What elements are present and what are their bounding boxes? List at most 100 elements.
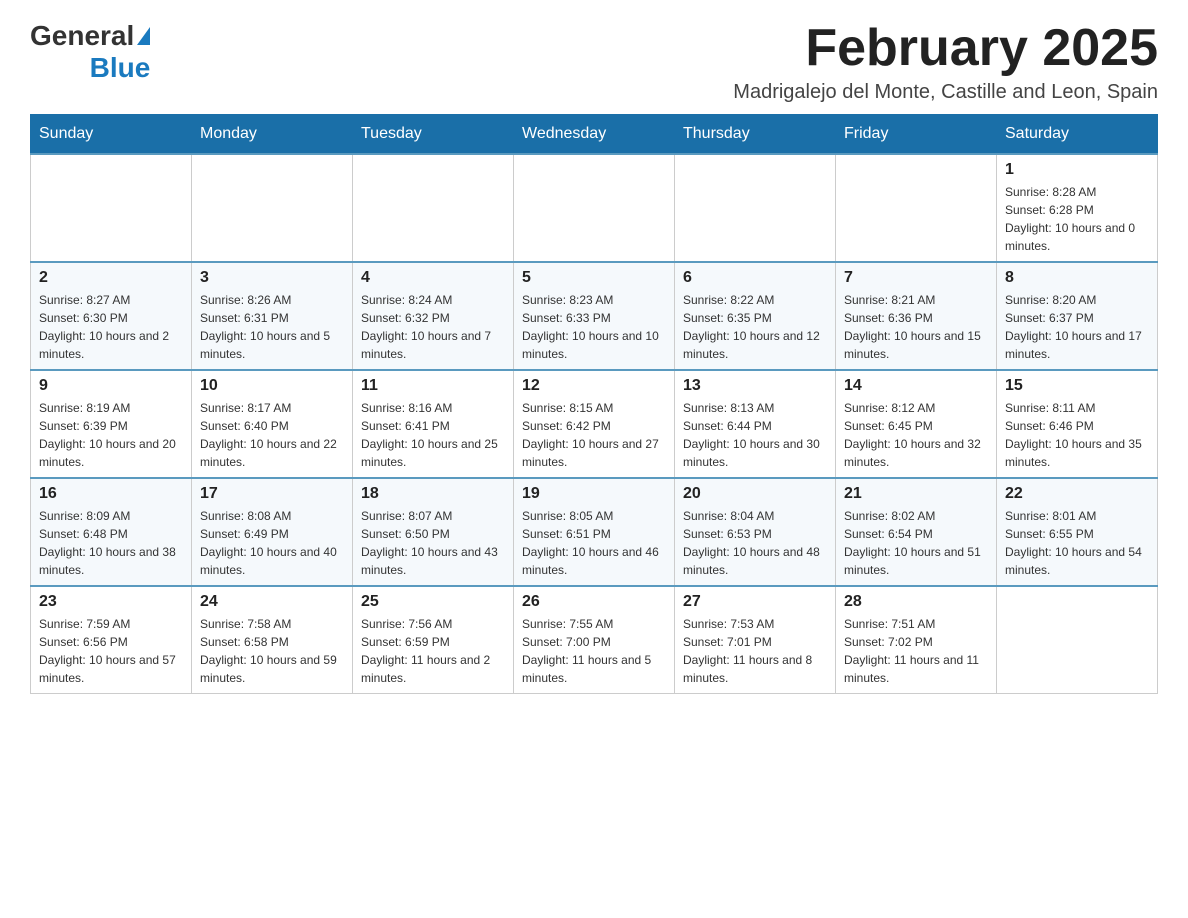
day-info: Sunrise: 8:02 AM Sunset: 6:54 PM Dayligh…	[844, 507, 988, 579]
day-info: Sunrise: 8:13 AM Sunset: 6:44 PM Dayligh…	[683, 399, 827, 471]
day-number: 25	[361, 593, 505, 611]
calendar-cell: 22 Sunrise: 8:01 AM Sunset: 6:55 PM Dayli…	[997, 478, 1158, 586]
weekday-header-wednesday: Wednesday	[514, 115, 675, 155]
calendar-cell	[514, 154, 675, 262]
day-number: 14	[844, 377, 988, 395]
day-info: Sunrise: 8:17 AM Sunset: 6:40 PM Dayligh…	[200, 399, 344, 471]
day-number: 5	[522, 269, 666, 287]
weekday-header-tuesday: Tuesday	[353, 115, 514, 155]
calendar-cell: 27 Sunrise: 7:53 AM Sunset: 7:01 PM Dayli…	[675, 586, 836, 694]
calendar-week-row: 1Sunrise: 8:28 AM Sunset: 6:28 PM Daylig…	[31, 154, 1158, 262]
calendar-cell: 7Sunrise: 8:21 AM Sunset: 6:36 PM Daylig…	[836, 262, 997, 370]
calendar-cell: 14 Sunrise: 8:12 AM Sunset: 6:45 PM Dayli…	[836, 370, 997, 478]
day-info: Sunrise: 7:58 AM Sunset: 6:58 PM Dayligh…	[200, 615, 344, 687]
calendar-cell: 17 Sunrise: 8:08 AM Sunset: 6:49 PM Dayli…	[192, 478, 353, 586]
calendar-cell: 28 Sunrise: 7:51 AM Sunset: 7:02 PM Dayli…	[836, 586, 997, 694]
calendar-week-row: 23Sunrise: 7:59 AM Sunset: 6:56 PM Dayli…	[31, 586, 1158, 694]
day-number: 7	[844, 269, 988, 287]
day-number: 10	[200, 377, 344, 395]
calendar-cell: 8 Sunrise: 8:20 AM Sunset: 6:37 PM Daylig…	[997, 262, 1158, 370]
calendar-cell: 6Sunrise: 8:22 AM Sunset: 6:35 PM Daylig…	[675, 262, 836, 370]
calendar-cell: 10 Sunrise: 8:17 AM Sunset: 6:40 PM Dayli…	[192, 370, 353, 478]
calendar-cell: 13 Sunrise: 8:13 AM Sunset: 6:44 PM Dayli…	[675, 370, 836, 478]
day-info: Sunrise: 8:11 AM Sunset: 6:46 PM Dayligh…	[1005, 399, 1149, 471]
weekday-header-thursday: Thursday	[675, 115, 836, 155]
weekday-header-row: SundayMondayTuesdayWednesdayThursdayFrid…	[31, 115, 1158, 155]
day-number: 13	[683, 377, 827, 395]
page-header: General Blue February 2025 Madrigalejo d…	[30, 20, 1158, 104]
day-number: 28	[844, 593, 988, 611]
day-info: Sunrise: 8:04 AM Sunset: 6:53 PM Dayligh…	[683, 507, 827, 579]
day-info: Sunrise: 7:55 AM Sunset: 7:00 PM Dayligh…	[522, 615, 666, 687]
day-info: Sunrise: 7:56 AM Sunset: 6:59 PM Dayligh…	[361, 615, 505, 687]
calendar-week-row: 16Sunrise: 8:09 AM Sunset: 6:48 PM Dayli…	[31, 478, 1158, 586]
calendar-cell: 19Sunrise: 8:05 AM Sunset: 6:51 PM Dayli…	[514, 478, 675, 586]
day-info: Sunrise: 8:15 AM Sunset: 6:42 PM Dayligh…	[522, 399, 666, 471]
day-number: 2	[39, 269, 183, 287]
day-info: Sunrise: 8:16 AM Sunset: 6:41 PM Dayligh…	[361, 399, 505, 471]
calendar-cell	[836, 154, 997, 262]
calendar-cell: 25 Sunrise: 7:56 AM Sunset: 6:59 PM Dayli…	[353, 586, 514, 694]
calendar-cell	[353, 154, 514, 262]
calendar-cell	[997, 586, 1158, 694]
day-info: Sunrise: 7:51 AM Sunset: 7:02 PM Dayligh…	[844, 615, 988, 687]
day-number: 22	[1005, 485, 1149, 503]
day-number: 24	[200, 593, 344, 611]
logo-general-text: General	[30, 20, 134, 52]
logo-triangle-icon	[137, 27, 150, 45]
calendar-cell: 21 Sunrise: 8:02 AM Sunset: 6:54 PM Dayli…	[836, 478, 997, 586]
weekday-header-sunday: Sunday	[31, 115, 192, 155]
day-number: 9	[39, 377, 183, 395]
day-info: Sunrise: 8:07 AM Sunset: 6:50 PM Dayligh…	[361, 507, 505, 579]
calendar-cell: 3 Sunrise: 8:26 AM Sunset: 6:31 PM Daylig…	[192, 262, 353, 370]
logo: General Blue	[30, 20, 150, 84]
day-info: Sunrise: 8:08 AM Sunset: 6:49 PM Dayligh…	[200, 507, 344, 579]
day-number: 8	[1005, 269, 1149, 287]
day-info: Sunrise: 8:24 AM Sunset: 6:32 PM Dayligh…	[361, 291, 505, 363]
calendar-cell: 11 Sunrise: 8:16 AM Sunset: 6:41 PM Dayli…	[353, 370, 514, 478]
location-subtitle: Madrigalejo del Monte, Castille and Leon…	[733, 81, 1158, 104]
calendar-week-row: 9 Sunrise: 8:19 AM Sunset: 6:39 PM Daylig…	[31, 370, 1158, 478]
day-info: Sunrise: 8:19 AM Sunset: 6:39 PM Dayligh…	[39, 399, 183, 471]
day-info: Sunrise: 8:26 AM Sunset: 6:31 PM Dayligh…	[200, 291, 344, 363]
calendar-cell: 2 Sunrise: 8:27 AM Sunset: 6:30 PM Daylig…	[31, 262, 192, 370]
day-info: Sunrise: 8:12 AM Sunset: 6:45 PM Dayligh…	[844, 399, 988, 471]
day-info: Sunrise: 8:27 AM Sunset: 6:30 PM Dayligh…	[39, 291, 183, 363]
day-number: 18	[361, 485, 505, 503]
day-number: 16	[39, 485, 183, 503]
day-number: 17	[200, 485, 344, 503]
day-number: 15	[1005, 377, 1149, 395]
day-number: 26	[522, 593, 666, 611]
logo-blue-text: Blue	[90, 52, 151, 84]
day-number: 20	[683, 485, 827, 503]
calendar-week-row: 2 Sunrise: 8:27 AM Sunset: 6:30 PM Daylig…	[31, 262, 1158, 370]
day-number: 21	[844, 485, 988, 503]
calendar-cell	[675, 154, 836, 262]
day-number: 27	[683, 593, 827, 611]
day-info: Sunrise: 8:20 AM Sunset: 6:37 PM Dayligh…	[1005, 291, 1149, 363]
day-number: 4	[361, 269, 505, 287]
calendar-cell: 24 Sunrise: 7:58 AM Sunset: 6:58 PM Dayli…	[192, 586, 353, 694]
title-section: February 2025 Madrigalejo del Monte, Cas…	[733, 20, 1158, 104]
calendar-cell: 23Sunrise: 7:59 AM Sunset: 6:56 PM Dayli…	[31, 586, 192, 694]
calendar-cell: 26 Sunrise: 7:55 AM Sunset: 7:00 PM Dayli…	[514, 586, 675, 694]
calendar-cell: 9 Sunrise: 8:19 AM Sunset: 6:39 PM Daylig…	[31, 370, 192, 478]
calendar-cell: 4 Sunrise: 8:24 AM Sunset: 6:32 PM Daylig…	[353, 262, 514, 370]
day-number: 3	[200, 269, 344, 287]
calendar-cell: 5 Sunrise: 8:23 AM Sunset: 6:33 PM Daylig…	[514, 262, 675, 370]
calendar-table: SundayMondayTuesdayWednesdayThursdayFrid…	[30, 114, 1158, 694]
calendar-cell: 1Sunrise: 8:28 AM Sunset: 6:28 PM Daylig…	[997, 154, 1158, 262]
day-info: Sunrise: 8:22 AM Sunset: 6:35 PM Dayligh…	[683, 291, 827, 363]
day-number: 19	[522, 485, 666, 503]
weekday-header-saturday: Saturday	[997, 115, 1158, 155]
day-info: Sunrise: 7:53 AM Sunset: 7:01 PM Dayligh…	[683, 615, 827, 687]
day-info: Sunrise: 8:23 AM Sunset: 6:33 PM Dayligh…	[522, 291, 666, 363]
day-number: 11	[361, 377, 505, 395]
calendar-cell: 18 Sunrise: 8:07 AM Sunset: 6:50 PM Dayli…	[353, 478, 514, 586]
weekday-header-monday: Monday	[192, 115, 353, 155]
weekday-header-friday: Friday	[836, 115, 997, 155]
calendar-cell: 12Sunrise: 8:15 AM Sunset: 6:42 PM Dayli…	[514, 370, 675, 478]
calendar-cell	[31, 154, 192, 262]
day-info: Sunrise: 8:01 AM Sunset: 6:55 PM Dayligh…	[1005, 507, 1149, 579]
calendar-cell: 20 Sunrise: 8:04 AM Sunset: 6:53 PM Dayli…	[675, 478, 836, 586]
